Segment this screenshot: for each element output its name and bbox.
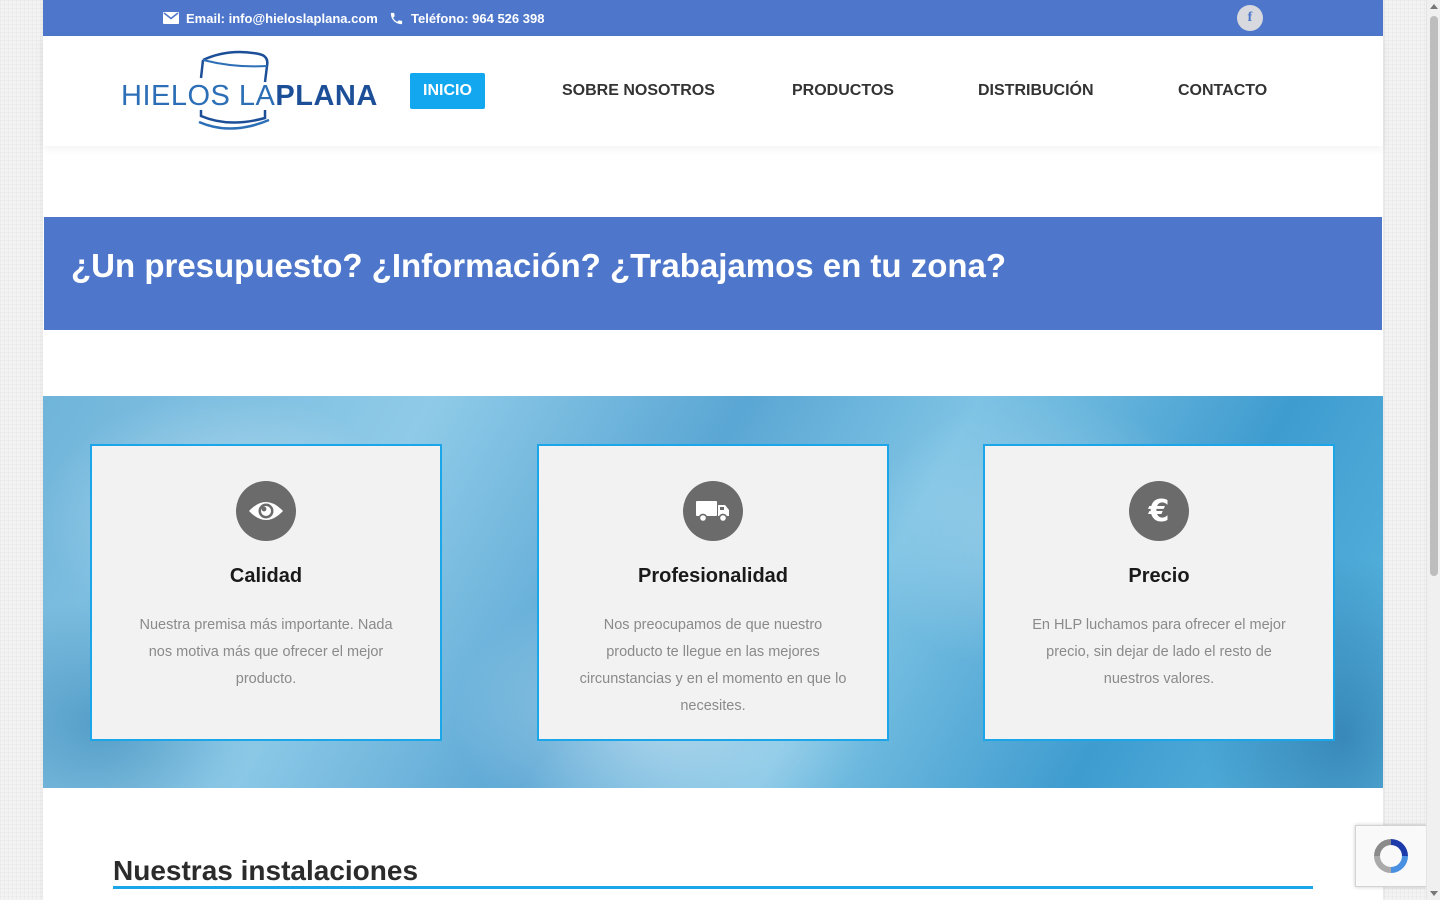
feature-title: Profesionalidad	[637, 565, 789, 587]
email-contact[interactable]: Email: info@hieloslaplana.com	[163, 0, 378, 36]
features-section: Calidad Nuestra premisa más importante. …	[43, 396, 1383, 788]
phone-text: Teléfono: 964 526 398	[411, 10, 545, 26]
cta-heading: ¿Un presupuesto? ¿Información? ¿Trabajam…	[71, 247, 1007, 284]
scrollbar-thumb[interactable]	[1430, 16, 1438, 576]
top-bar: Email: info@hieloslaplana.com Teléfono: …	[43, 0, 1383, 36]
scroll-up-arrow-icon[interactable]	[1430, 4, 1438, 9]
installations-title: Nuestras instalaciones	[113, 855, 419, 886]
feature-title: Calidad	[229, 565, 303, 587]
facebook-icon[interactable]: f	[1237, 5, 1263, 31]
nav-productos[interactable]: PRODUCTOS	[779, 73, 907, 109]
nav-inicio[interactable]: INICIO	[410, 73, 485, 109]
feature-card-precio: € Precio En HLP luchamos para ofrecer el…	[983, 444, 1335, 741]
nav-sobre-nosotros[interactable]: SOBRE NOSOTROS	[549, 73, 728, 109]
feature-text: Nos preocupamos de que nuestro producto …	[579, 617, 847, 714]
site-header: HIELOS LAPLANA INICIO SOBRE NOSOTROS PRO…	[43, 36, 1383, 146]
section-divider	[113, 886, 1313, 889]
vertical-scrollbar[interactable]	[1426, 0, 1440, 900]
phone-icon	[389, 11, 404, 26]
recaptcha-icon	[1374, 839, 1408, 873]
feature-card-profesionalidad: Profesionalidad Nos preocupamos de que n…	[537, 444, 889, 741]
recaptcha-badge[interactable]	[1355, 825, 1426, 887]
feature-text: Nuestra premisa más importante. Nada nos…	[139, 617, 393, 687]
envelope-icon	[163, 12, 179, 24]
phone-contact[interactable]: Teléfono: 964 526 398	[389, 0, 544, 36]
nav-distribucion[interactable]: DISTRIBUCIÓN	[965, 73, 1107, 109]
eye-icon	[236, 481, 296, 541]
feature-title: Precio	[1128, 565, 1190, 587]
logo-wordmark: HIELOS LAPLANA	[121, 80, 378, 112]
truck-icon	[683, 481, 743, 541]
feature-text: En HLP luchamos para ofrecer el mejor pr…	[1032, 617, 1286, 687]
page-container: Email: info@hieloslaplana.com Teléfono: …	[43, 0, 1383, 900]
euro-icon: €	[1129, 481, 1189, 541]
cta-banner[interactable]: ¿Un presupuesto? ¿Información? ¿Trabajam…	[44, 217, 1382, 330]
nav-contacto[interactable]: CONTACTO	[1165, 73, 1280, 109]
site-logo[interactable]: HIELOS LAPLANA	[119, 46, 377, 136]
feature-card-calidad: Calidad Nuestra premisa más importante. …	[90, 444, 442, 741]
scroll-down-arrow-icon[interactable]	[1430, 891, 1438, 896]
email-text: Email: info@hieloslaplana.com	[186, 10, 378, 26]
